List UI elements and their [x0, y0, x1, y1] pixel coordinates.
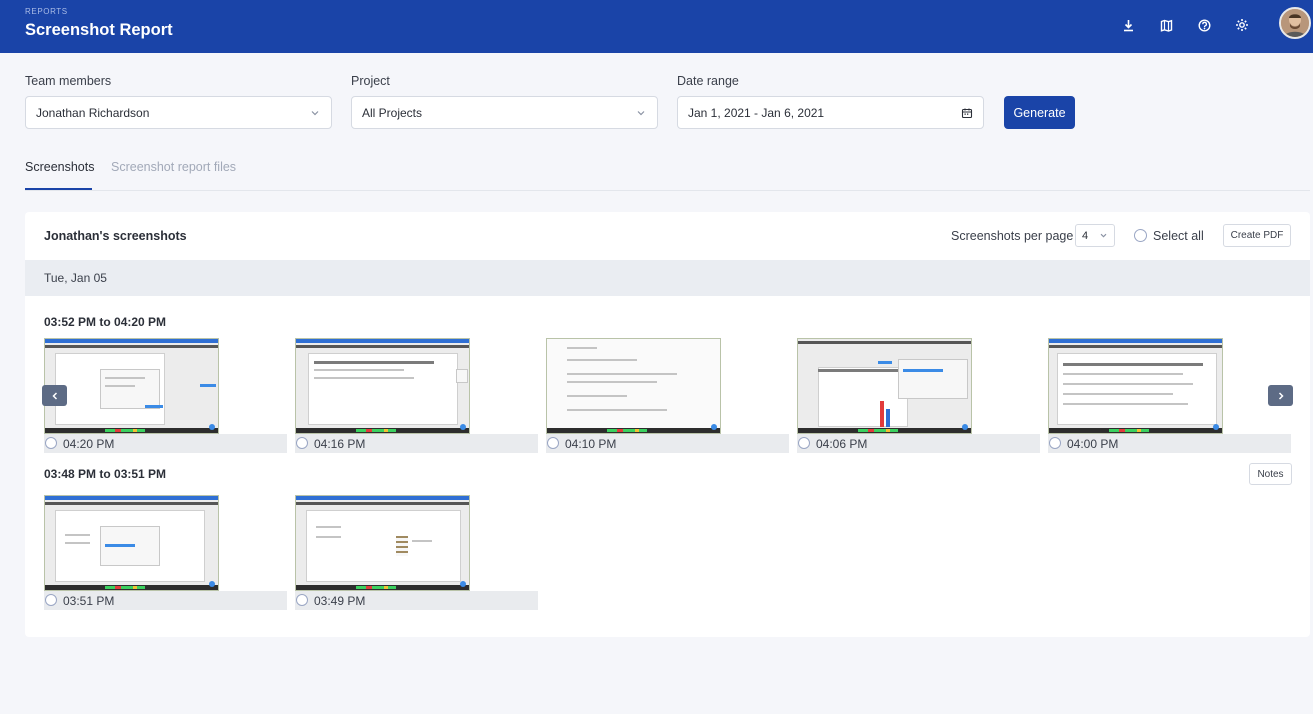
- screenshot-caption: 04:10 PM: [546, 434, 789, 453]
- screenshot-caption: 04:16 PM: [295, 434, 538, 453]
- screenshot-thumbnail[interactable]: [295, 495, 470, 591]
- next-arrow-button[interactable]: [1268, 385, 1293, 406]
- screenshot-thumbnail[interactable]: [44, 495, 219, 591]
- per-page-select[interactable]: 4: [1075, 224, 1115, 247]
- screenshot-thumbnail[interactable]: [797, 338, 972, 434]
- date-range-picker[interactable]: Jan 1, 2021 - Jan 6, 2021: [677, 96, 984, 129]
- screenshot-caption: 04:06 PM: [797, 434, 1040, 453]
- breadcrumb[interactable]: REPORTS: [25, 7, 68, 16]
- screenshot-item[interactable]: 04:00 PM: [1048, 338, 1291, 453]
- screenshot-item[interactable]: 04:10 PM: [546, 338, 789, 453]
- date-range-value: Jan 1, 2021 - Jan 6, 2021: [688, 105, 825, 120]
- screenshots-card: Jonathan's screenshots Screenshots per p…: [25, 212, 1310, 637]
- screenshot-time: 04:00 PM: [1067, 437, 1119, 451]
- screenshot-time: 04:10 PM: [565, 437, 617, 451]
- chevron-down-icon: [1100, 233, 1107, 238]
- project-label: Project: [351, 74, 390, 88]
- screenshot-checkbox[interactable]: [45, 594, 57, 606]
- date-range-label: Date range: [677, 74, 739, 88]
- page-title: Screenshot Report: [25, 21, 173, 39]
- map-icon[interactable]: [1156, 15, 1176, 35]
- screenshot-thumbnail[interactable]: [546, 338, 721, 434]
- per-page-label: Screenshots per page: [951, 229, 1074, 243]
- screenshot-time: 03:49 PM: [314, 594, 366, 608]
- team-members-label: Team members: [25, 74, 112, 88]
- top-bar: REPORTS Screenshot Report: [0, 0, 1313, 53]
- screenshot-checkbox[interactable]: [296, 594, 308, 606]
- screenshot-checkbox[interactable]: [45, 437, 57, 449]
- time-range-title: 03:52 PM to 04:20 PM: [44, 315, 167, 329]
- day-header: Tue, Jan 05: [25, 260, 1310, 296]
- team-members-value: Jonathan Richardson: [36, 105, 150, 120]
- per-page-value: 4: [1082, 229, 1089, 242]
- screenshot-time: 03:51 PM: [63, 594, 115, 608]
- download-icon[interactable]: [1118, 15, 1138, 35]
- screenshot-item[interactable]: 04:16 PM: [295, 338, 538, 453]
- screenshot-item[interactable]: 03:49 PM: [295, 495, 538, 610]
- screenshot-time: 04:20 PM: [63, 437, 115, 451]
- chevron-left-icon: [51, 391, 57, 400]
- screenshot-checkbox[interactable]: [1049, 437, 1061, 449]
- select-all-checkbox[interactable]: [1134, 229, 1147, 242]
- day-label: Tue, Jan 05: [44, 271, 107, 285]
- screenshot-thumbnail[interactable]: [44, 338, 219, 434]
- screenshot-caption: 04:20 PM: [44, 434, 287, 453]
- tab-screenshot-report-files[interactable]: Screenshot report files: [111, 160, 236, 174]
- chevron-right-icon: [1278, 391, 1284, 400]
- screenshot-time: 04:06 PM: [816, 437, 868, 451]
- calendar-icon: [961, 108, 973, 119]
- project-select[interactable]: All Projects: [351, 96, 658, 129]
- chevron-down-icon: [311, 111, 319, 116]
- screenshot-thumbnail[interactable]: [1048, 338, 1223, 434]
- card-title: Jonathan's screenshots: [44, 229, 187, 243]
- screenshot-caption: 03:51 PM: [44, 591, 287, 610]
- previous-arrow-button[interactable]: [42, 385, 67, 406]
- screenshot-thumbnail[interactable]: [295, 338, 470, 434]
- chevron-down-icon: [637, 111, 645, 116]
- screenshot-checkbox[interactable]: [296, 437, 308, 449]
- help-icon[interactable]: [1194, 15, 1214, 35]
- screenshot-checkbox[interactable]: [798, 437, 810, 449]
- screenshot-checkbox[interactable]: [547, 437, 559, 449]
- tabs-divider: [25, 190, 1310, 191]
- screenshot-caption: 04:00 PM: [1048, 434, 1291, 453]
- tab-screenshots[interactable]: Screenshots: [25, 160, 94, 174]
- time-range-title: 03:48 PM to 03:51 PM: [44, 467, 167, 481]
- notes-button[interactable]: Notes: [1249, 463, 1292, 485]
- avatar[interactable]: [1279, 7, 1311, 39]
- select-all-label[interactable]: Select all: [1153, 229, 1204, 243]
- generate-button[interactable]: Generate: [1004, 96, 1075, 129]
- screenshot-time: 04:16 PM: [314, 437, 366, 451]
- screenshot-caption: 03:49 PM: [295, 591, 538, 610]
- screenshot-item[interactable]: 04:06 PM: [797, 338, 1040, 453]
- screenshot-item[interactable]: 04:20 PM: [44, 338, 287, 453]
- active-tab-indicator: [25, 188, 92, 190]
- project-value: All Projects: [362, 105, 423, 120]
- screenshot-item[interactable]: 03:51 PM: [44, 495, 287, 610]
- team-members-select[interactable]: Jonathan Richardson: [25, 96, 332, 129]
- create-pdf-button[interactable]: Create PDF: [1223, 224, 1291, 247]
- settings-icon[interactable]: [1232, 15, 1252, 35]
